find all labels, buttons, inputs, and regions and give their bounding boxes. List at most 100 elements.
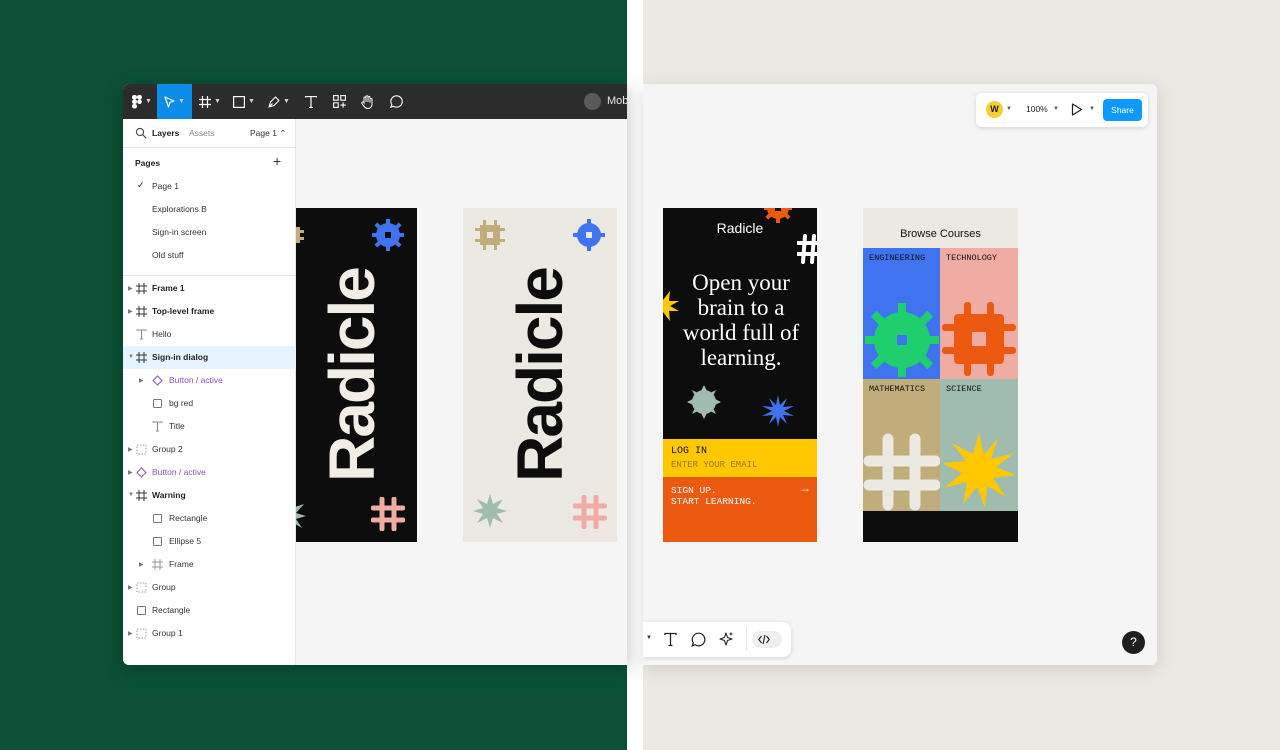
page-selector[interactable]: Page 1 ⌃: [250, 128, 286, 139]
page-item[interactable]: Old stuff: [152, 250, 184, 260]
expand-caret-icon[interactable]: ▶: [128, 469, 133, 476]
page-item[interactable]: Page 1: [152, 181, 179, 191]
layer-row[interactable]: ▶ Group 1: [123, 622, 296, 645]
expand-caret-icon[interactable]: ▶: [128, 446, 133, 453]
resources-tool-button[interactable]: [328, 84, 350, 119]
layer-row[interactable]: ▶ Frame: [123, 553, 296, 576]
pages-heading: Pages: [135, 158, 161, 168]
starburst-shape-icon: [473, 494, 507, 528]
page-item[interactable]: Sign-in screen: [152, 227, 206, 237]
component-instance-icon: [136, 467, 147, 478]
search-icon[interactable]: [135, 127, 147, 139]
tab-layers[interactable]: Layers: [152, 128, 179, 138]
chip-shape-icon: [475, 220, 505, 250]
signup-section[interactable]: SIGN UP. START LEARNING. →: [663, 477, 817, 542]
courses-title: Browse Courses: [900, 228, 981, 240]
file-avatar-icon: [584, 93, 601, 110]
layer-row[interactable]: Rectangle: [123, 599, 296, 622]
hand-tool-button[interactable]: [356, 84, 378, 119]
move-tool-icon: [164, 95, 175, 108]
expand-caret-icon[interactable]: ▶: [128, 630, 133, 637]
actions-icon[interactable]: [719, 632, 734, 647]
layer-row[interactable]: Hello: [123, 323, 296, 346]
move-tool-button[interactable]: ▼: [157, 84, 192, 119]
course-label: TECHNOLOGY: [946, 253, 998, 263]
layer-row[interactable]: ▶ Frame 1: [123, 277, 296, 300]
user-avatar[interactable]: W: [986, 101, 1003, 118]
login-label: LOG IN: [671, 446, 708, 457]
layer-row[interactable]: ▶ Button / active: [123, 369, 296, 392]
pen-tool-button[interactable]: ▼: [264, 84, 294, 119]
layer-row[interactable]: Rectangle: [123, 507, 296, 530]
chevron-down-icon[interactable]: ▼: [1006, 106, 1012, 112]
rectangle-layer-icon: [153, 514, 162, 523]
rectangle-layer-icon: [137, 606, 146, 615]
course-card-mathematics[interactable]: MATHEMATICS: [863, 379, 940, 511]
expand-caret-icon[interactable]: ▶: [139, 561, 144, 568]
login-section[interactable]: LOG IN ENTER YOUR EMAIL: [663, 439, 817, 477]
layer-label: Group 2: [152, 444, 183, 454]
collapse-caret-icon[interactable]: ▼: [128, 492, 134, 498]
layer-row[interactable]: ▼ Warning: [123, 484, 296, 507]
shape-tool-button[interactable]: ▼: [229, 84, 259, 119]
course-card-technology[interactable]: TECHNOLOGY: [940, 248, 1018, 379]
layer-row[interactable]: ▶ Group 2: [123, 438, 296, 461]
layer-label: Frame: [169, 559, 194, 569]
arrow-right-icon[interactable]: →: [799, 481, 811, 495]
group-icon: [136, 444, 147, 455]
layer-label: Button / active: [169, 375, 223, 385]
email-input-placeholder[interactable]: ENTER YOUR EMAIL: [671, 460, 757, 470]
course-card-engineering[interactable]: ENGINEERING: [863, 248, 940, 379]
radicle-wordmark: Radicle: [315, 268, 388, 482]
share-button[interactable]: Share: [1103, 99, 1142, 121]
chevron-down-icon[interactable]: ▼: [1089, 106, 1095, 112]
chevron-down-icon[interactable]: ▼: [1053, 106, 1059, 112]
frame-sign-in[interactable]: Radicle Open your brain to a world full …: [663, 208, 817, 542]
canvas-left[interactable]: Radicle Radicle: [296, 119, 627, 665]
expand-caret-icon[interactable]: ▶: [139, 377, 144, 384]
comment-tool-button[interactable]: [385, 84, 407, 119]
expand-caret-icon[interactable]: ▶: [128, 308, 133, 315]
page-item[interactable]: Explorations B: [152, 204, 207, 214]
layer-row[interactable]: Title: [123, 415, 296, 438]
frame-tool-icon: [199, 95, 212, 108]
rectangle-tool-icon: [233, 95, 246, 108]
frame-icon: [152, 559, 163, 570]
collapse-caret-icon[interactable]: ▼: [128, 354, 134, 360]
add-page-button[interactable]: +: [273, 153, 281, 169]
dev-mode-toggle[interactable]: [752, 631, 782, 648]
layer-row[interactable]: ▶ Button / active: [123, 461, 296, 484]
course-card-science[interactable]: SCIENCE: [940, 379, 1018, 511]
chevron-down-icon[interactable]: ▼: [646, 635, 652, 641]
tab-assets[interactable]: Assets: [189, 128, 215, 138]
signup-line-2: START LEARNING.: [671, 496, 757, 507]
layer-row[interactable]: ▶ Group: [123, 576, 296, 599]
signup-text: SIGN UP. START LEARNING.: [671, 485, 757, 507]
frame-radicle-dark[interactable]: Radicle: [296, 208, 417, 542]
layer-row[interactable]: ▶ Top-level frame: [123, 300, 296, 323]
layer-row[interactable]: Ellipse 5: [123, 530, 296, 553]
layer-row-selected[interactable]: ▼ Sign-in dialog: [123, 346, 296, 369]
file-name[interactable]: Mob: [607, 95, 627, 107]
comment-icon[interactable]: [691, 632, 706, 647]
layer-row[interactable]: bg red: [123, 392, 296, 415]
frame-tool-button[interactable]: ▼: [195, 84, 225, 119]
current-page-check-icon: ✓: [137, 180, 145, 190]
expand-caret-icon[interactable]: ▶: [128, 285, 133, 292]
gear-shape-icon: [764, 208, 792, 223]
help-button[interactable]: ?: [1122, 631, 1145, 654]
editor-window-left: ▼ ▼ ▼ ▼ ▼ Mob Layers Assets Page 1 ⌃ Pag…: [123, 84, 627, 665]
zoom-level[interactable]: 100%: [1026, 104, 1048, 114]
expand-caret-icon[interactable]: ▶: [128, 584, 133, 591]
toolbar-divider: [746, 628, 747, 651]
gear-shape-icon: [687, 385, 721, 419]
text-tool-button[interactable]: [300, 84, 322, 119]
frame-radicle-light[interactable]: Radicle: [463, 208, 617, 542]
layer-label: Frame 1: [152, 283, 185, 293]
hash-shape-icon: [797, 234, 817, 264]
play-icon[interactable]: [1071, 103, 1083, 116]
text-tool-icon[interactable]: [663, 632, 678, 647]
panel-tabs: Layers Assets Page 1 ⌃: [123, 119, 296, 148]
frame-browse-courses[interactable]: Browse Courses ENGINEERING TECHNOLOGY MA…: [863, 208, 1018, 542]
main-menu-button[interactable]: ▼: [127, 84, 157, 119]
